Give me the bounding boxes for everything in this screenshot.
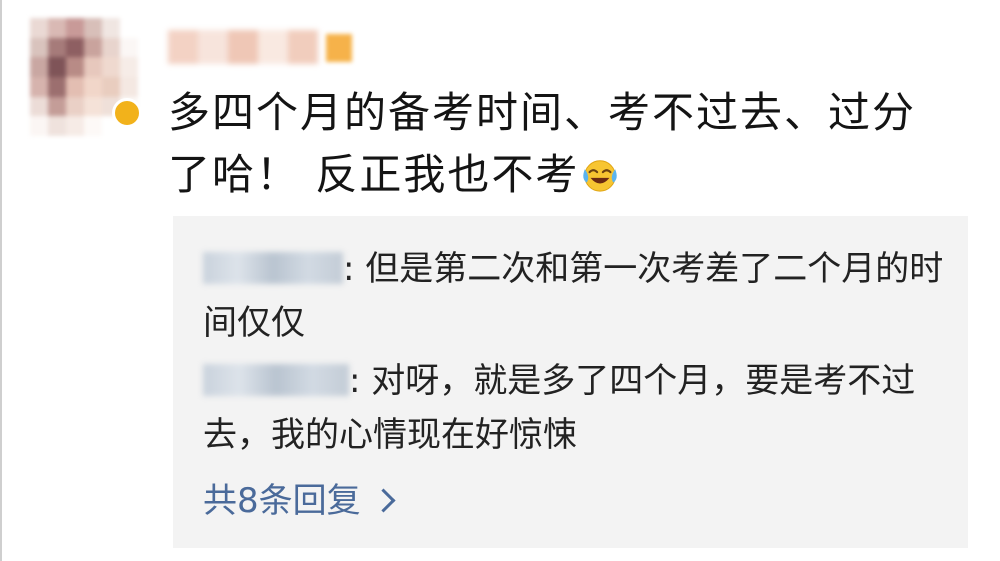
view-all-replies-link[interactable]: 共8条回复 bbox=[203, 474, 396, 528]
user-level-badge bbox=[326, 34, 352, 62]
verified-badge-icon bbox=[112, 98, 142, 128]
laugh-cry-emoji-icon bbox=[583, 160, 618, 192]
comment-author-name[interactable] bbox=[168, 30, 318, 64]
chevron-right-icon bbox=[371, 488, 396, 513]
more-replies-label: 共8条回复 bbox=[203, 481, 361, 521]
reply-author-name[interactable] bbox=[203, 364, 349, 396]
reply-item[interactable]: : 对呀，就是多了四个月，要是考不过去，我的心情现在好惊悚 bbox=[203, 354, 948, 462]
comment-body: 多四个月的备考时间、考不过去、过分了哈！ 反正我也不考 bbox=[168, 82, 958, 206]
reply-author-name[interactable] bbox=[203, 252, 343, 284]
replies-panel: : 但是第二次和第一次考差了二个月的时间仅仅 : 对呀，就是多了四个月，要是考不… bbox=[173, 216, 968, 548]
window-edge bbox=[0, 0, 2, 561]
comment-text: 多四个月的备考时间、考不过去、过分了哈！ 反正我也不考 bbox=[168, 88, 917, 199]
reply-item[interactable]: : 但是第二次和第一次考差了二个月的时间仅仅 bbox=[203, 242, 948, 350]
